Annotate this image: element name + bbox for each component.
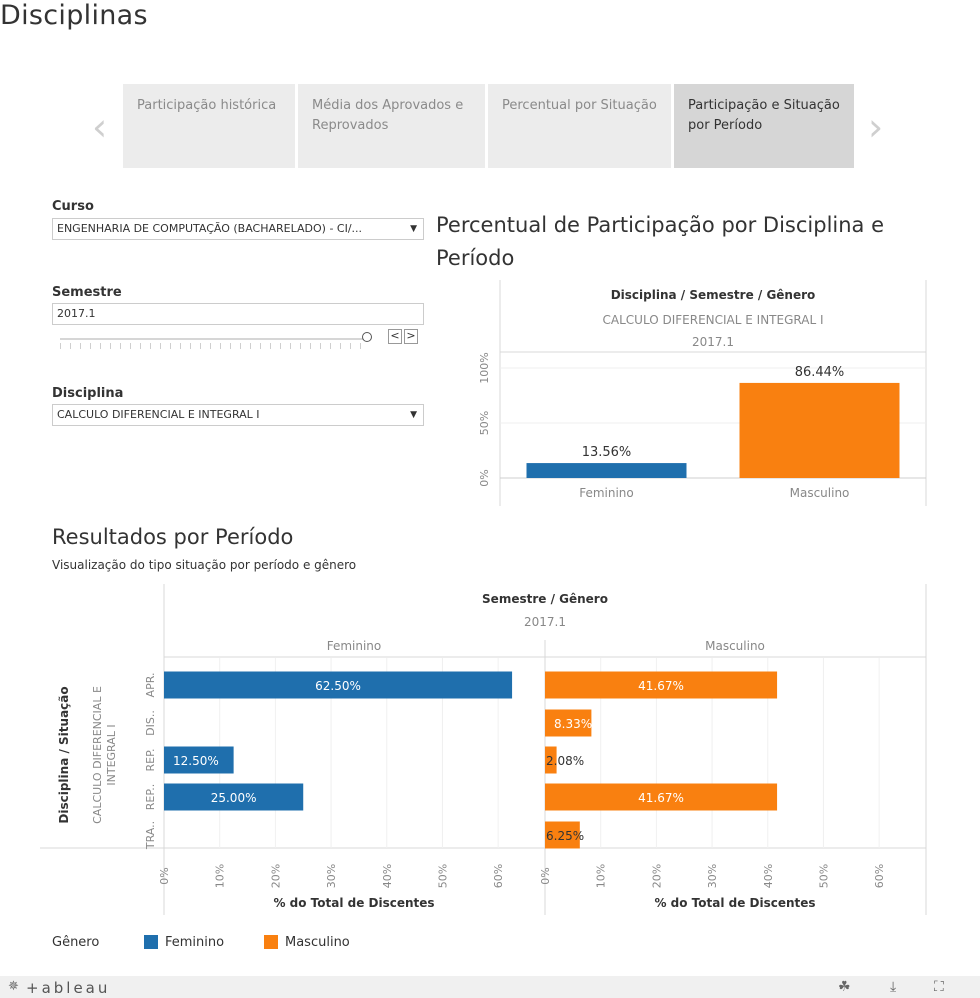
chart1-bar-masculino[interactable] [739,382,900,478]
legend-swatch-masculino[interactable] [264,935,278,949]
chart1-ytick-label: 100% [478,352,491,383]
legend-swatch-feminino[interactable] [144,935,158,949]
legend-title: Gênero [52,935,100,950]
chart1-category-label: Masculino [790,486,850,500]
chart2-row-header: Disciplina / Situação [57,686,71,823]
participation-chart: Disciplina / Semestre / Gênero CALCULO D… [478,280,927,506]
chart2-xtick-label: 10% [214,864,227,888]
xaxis-title-feminino: % do Total de Discentes [273,896,434,910]
chart2-xtick-label: 50% [817,864,830,888]
tableau-footer: ✵ +ableau ☘ ⤓ ⛶ [0,976,980,998]
semestre-field[interactable]: 2017.1 [52,303,424,325]
chart2-discipline-label: CALCULO DIFERENCIAL EINTEGRAL I [91,686,118,824]
disciplina-value: CALCULO DIFERENCIAL E INTEGRAL I [57,408,260,421]
chart1-value-label: 13.56% [582,445,632,460]
semestre-next-button[interactable]: > [404,329,418,344]
panel-label-masculino: Masculino [705,639,765,653]
chart2-xtick-label: 40% [381,864,394,888]
row-label-2: REP. [144,748,157,771]
dropdown-arrow-icon: ▼ [410,224,417,234]
chart2-xtick-label: 30% [706,864,719,888]
semestre-value: 2017.1 [57,307,96,320]
semestre-slider-track[interactable] [60,338,364,340]
row-label-4: TRA.. [144,821,157,850]
chart2-value-label: 6.25% [546,829,584,843]
chevron-right-icon[interactable]: › [868,108,883,146]
chart2-header-semester: 2017.1 [524,615,566,629]
chart2-xtick-label: 0% [539,867,552,884]
legend-label-feminino[interactable]: Feminino [165,935,224,950]
dropdown-arrow-icon: ▼ [410,410,417,420]
story-tab-participacao-historica[interactable]: Participação histórica [123,84,295,168]
chart2-value-label: 41.67% [638,679,684,693]
share-icon[interactable]: ☘ [838,979,851,995]
chart2-header-title: Semestre / Gênero [482,592,608,606]
chart2-xtick-label: 50% [436,864,449,888]
chart1-title: Percentual de Participação por Disciplin… [436,213,885,270]
page-title: Disciplinas [0,0,148,31]
results-chart: Semestre / Gênero 2017.1 Feminino Mascul… [40,584,927,915]
chart2-value-label: 2.08% [546,754,584,768]
chart1-ytick-label: 50% [478,411,491,435]
chart2-value-label: 41.67% [638,791,684,805]
chart1-category-label: Feminino [579,486,634,500]
panel-label-feminino: Feminino [327,639,382,653]
chart2-value-label: 25.00% [211,791,257,805]
chart2-title: Resultados por Período [52,525,294,549]
chart1-header-semester: 2017.1 [692,335,734,349]
xaxis-title-masculino: % do Total de Discentes [654,896,815,910]
row-label-3: REP.. [144,784,157,811]
chart2-xtick-label: 60% [873,864,886,888]
chart1-bar-feminino[interactable] [526,463,687,478]
semestre-label: Semestre [52,285,122,300]
download-icon[interactable]: ⤓ [890,979,896,995]
story-tab-percentual-situacao[interactable]: Percentual por Situação [488,84,671,168]
chart2-xtick-label: 0% [158,867,171,884]
chart1-value-label: 86.44% [795,365,845,380]
chart2-xtick-label: 20% [269,864,282,888]
chevron-left-icon[interactable]: ‹ [92,108,107,146]
chart2-xtick-label: 40% [762,864,775,888]
semestre-prev-button[interactable]: < [388,329,402,344]
curso-label: Curso [52,199,94,214]
curso-dropdown[interactable]: ENGENHARIA DE COMPUTAÇÃO (BACHARELADO) -… [52,218,424,240]
semestre-slider-handle[interactable] [362,332,372,342]
semestre-slider-ticks [60,343,364,349]
tableau-logo-icon: ✵ [8,979,19,994]
chart2-xtick-label: 10% [595,864,608,888]
story-tab-media-aprovados[interactable]: Média dos Aprovados e Reprovados [298,84,485,168]
chart2-xtick-label: 60% [492,864,505,888]
chart2-xtick-label: 20% [650,864,663,888]
legend-label-masculino[interactable]: Masculino [285,935,350,950]
chart2-xtick-label: 30% [325,864,338,888]
row-label-0: APR. [144,673,157,698]
tableau-logo-text[interactable]: +ableau [26,979,110,997]
chart2-value-label: 62.50% [315,679,361,693]
chart1-ytick-label: 0% [478,469,491,486]
chart2-value-label: 12.50% [173,754,219,768]
story-tab-participacao-periodo[interactable]: Participação e Situação por Período [674,84,854,168]
chart2-subtitle: Visualização do tipo situação por períod… [52,558,357,572]
disciplina-label: Disciplina [52,386,124,401]
curso-value: ENGENHARIA DE COMPUTAÇÃO (BACHARELADO) -… [57,222,363,235]
chart1-header-title: Disciplina / Semestre / Gênero [611,288,816,302]
chart2-value-label: 8.33% [554,717,592,731]
fullscreen-icon[interactable]: ⛶ [934,979,944,995]
disciplina-dropdown[interactable]: CALCULO DIFERENCIAL E INTEGRAL I ▼ [52,404,424,426]
row-label-1: DIS.. [144,710,157,736]
chart1-header-discipline: CALCULO DIFERENCIAL E INTEGRAL I [603,313,824,327]
